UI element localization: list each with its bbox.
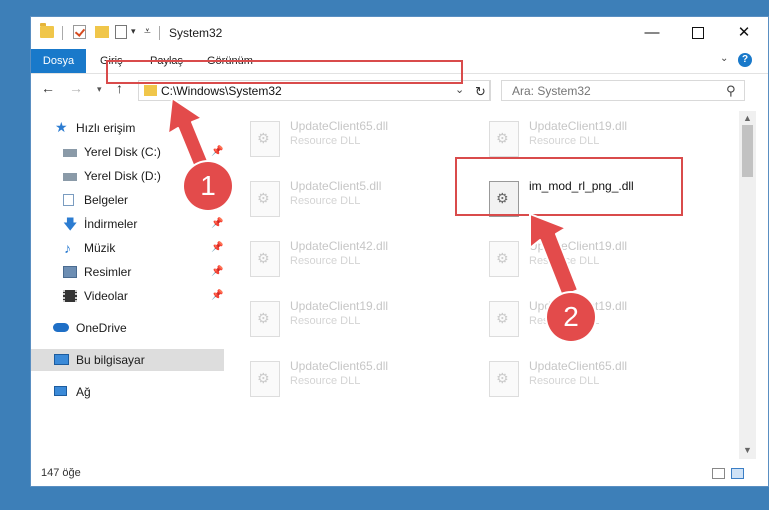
step-1-badge: 1 <box>184 162 232 210</box>
step-2-badge: 2 <box>547 293 595 341</box>
arrow-2 <box>529 213 579 297</box>
arrow-1 <box>167 97 211 173</box>
annotation-arrows <box>167 97 579 297</box>
